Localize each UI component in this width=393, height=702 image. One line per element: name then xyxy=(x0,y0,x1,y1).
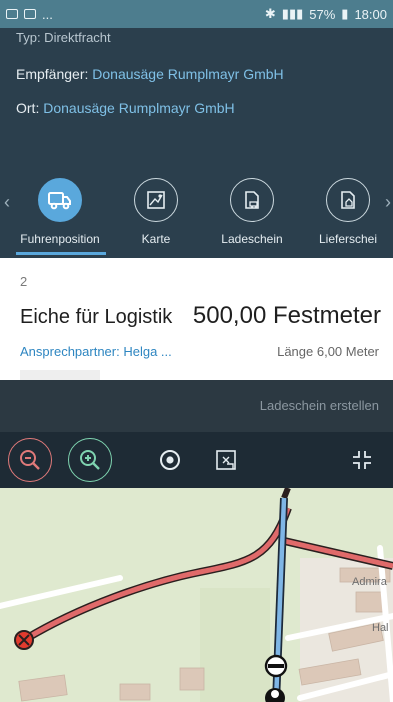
zoom-out-icon[interactable] xyxy=(8,438,52,482)
tab-label: Lieferschei xyxy=(318,232,378,246)
locate-icon[interactable] xyxy=(148,438,192,482)
overlay-bar: Ladeschein erstellen xyxy=(0,380,393,432)
tab-label: Ladeschein xyxy=(221,232,283,246)
typ-line: Typ: Direktfracht xyxy=(16,30,111,45)
ort-value[interactable]: Donausäge Rumplmayr GmbH xyxy=(43,100,234,116)
document-truck-icon xyxy=(230,178,274,222)
section-nav: ‹ › Fuhrenposition Karte Ladeschein Lief… xyxy=(0,168,393,258)
map-view[interactable]: Admira Hal xyxy=(0,488,393,702)
gallery-icon xyxy=(24,9,36,19)
bluetooth-icon: ✱ xyxy=(264,6,276,21)
empfaenger-value[interactable]: Donausäge Rumplmayr GmbH xyxy=(92,66,283,82)
position-number: 2 xyxy=(20,274,28,289)
empfaenger-row: Empfänger: Donausäge Rumplmayr GmbH xyxy=(16,66,284,82)
quantity: 500,00 Festmeter xyxy=(192,302,381,329)
signal-icon: ▮▮▮ xyxy=(281,6,304,21)
order-header: Typ: Direktfracht Empfänger: Donausäge R… xyxy=(0,28,393,258)
battery-percent: 57% xyxy=(309,6,336,22)
clock: 18:00 xyxy=(354,6,387,22)
start-marker-icon[interactable] xyxy=(14,630,34,650)
map-toolbar xyxy=(0,432,393,488)
tab-lieferschein[interactable]: Lieferschei xyxy=(302,178,393,246)
status-bar: ... ✱ ▮▮▮ 57% ▮ 18:00 xyxy=(0,0,393,28)
position-card[interactable]: 2 Eiche für Logistik 500,00 Festmeter An… xyxy=(0,258,393,380)
contact-link[interactable]: Ansprechpartner: Helga ... xyxy=(20,344,172,359)
collapse-icon[interactable] xyxy=(340,438,384,482)
zoom-in-icon[interactable] xyxy=(68,438,112,482)
battery-icon: ▮ xyxy=(341,6,349,21)
chevron-left-icon[interactable]: ‹ xyxy=(4,192,10,213)
status-left-text: ... xyxy=(42,6,53,22)
tab-karte[interactable]: Karte xyxy=(110,178,202,246)
tab-label: Fuhrenposition xyxy=(20,232,100,246)
truck-icon xyxy=(38,178,82,222)
ort-label: Ort: xyxy=(16,100,40,116)
length-value: Länge 6,00 Meter xyxy=(277,344,379,359)
image-icon xyxy=(6,9,18,19)
map-icon xyxy=(134,178,178,222)
document-home-icon xyxy=(326,178,370,222)
tab-label: Karte xyxy=(141,232,171,246)
waypoint-marker-icon[interactable] xyxy=(264,654,288,678)
active-tab-indicator xyxy=(16,252,106,255)
street-label: Hal xyxy=(372,622,389,634)
street-label: Admira xyxy=(352,576,387,588)
map-layers-icon[interactable] xyxy=(204,438,248,482)
ort-row: Ort: Donausäge Rumplmayr GmbH xyxy=(16,100,235,116)
empfaenger-label: Empfänger: xyxy=(16,66,89,82)
product-name: Eiche für Logistik xyxy=(20,306,173,328)
tab-ladeschein[interactable]: Ladeschein xyxy=(206,178,298,246)
tab-fuhrenposition[interactable]: Fuhrenposition xyxy=(14,178,106,246)
map-canvas xyxy=(0,488,393,702)
create-ladeschein-button[interactable]: Ladeschein erstellen xyxy=(260,398,379,413)
truncated-row xyxy=(20,370,100,380)
